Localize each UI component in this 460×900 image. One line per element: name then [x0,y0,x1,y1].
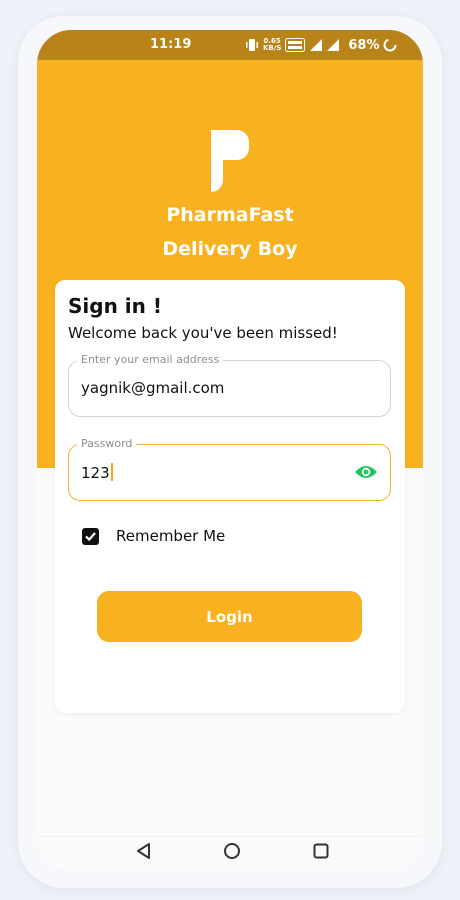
password-field[interactable]: Password 123 [68,437,391,501]
remember-me-label: Remember Me [116,527,226,545]
pharmafast-logo-icon [209,130,249,196]
network-speed-unit: KB/S [263,44,282,52]
recents-square-icon[interactable] [312,842,330,864]
android-nav-bar [37,836,423,870]
signal-icon [327,38,340,52]
signin-subtitle: Welcome back you've been missed! [68,324,338,342]
signin-title: Sign in ! [68,294,162,318]
battery-icon [383,38,397,52]
password-field-value[interactable]: 123 [81,463,113,482]
email-field-value[interactable]: yagnik@gmail.com [81,379,224,397]
signin-card: Sign in ! Welcome back you've been misse… [55,280,405,713]
email-field-label: Enter your email address [77,353,224,367]
text-caret [110,463,113,481]
password-text: 123 [81,464,110,482]
signal-4g-icon [309,38,323,52]
phone-screen: 11:19 0.65 KB/S 68% PharmaFast Delivery … [37,30,423,870]
email-field[interactable]: Enter your email address yagnik@gmail.co… [68,353,391,417]
vibrate-icon [245,38,259,52]
checkmark-icon [85,531,96,541]
show-password-eye-icon[interactable] [354,464,378,484]
battery-percent: 68% [348,37,380,53]
network-speed: 0.65 KB/S [263,38,281,52]
volte-icon [285,38,306,52]
brand-name: PharmaFast [166,204,294,226]
remember-me-checkbox[interactable] [82,527,99,545]
home-circle-icon[interactable] [223,842,241,864]
brand-subtitle: Delivery Boy [162,238,298,260]
password-field-label: Password [77,437,137,451]
status-time: 11:19 [150,37,192,52]
status-bar: 11:19 0.65 KB/S 68% [37,30,423,60]
login-button[interactable]: Login [97,591,362,642]
status-icons: 0.65 KB/S 68% [245,35,397,55]
remember-me-row[interactable]: Remember Me [82,527,225,545]
back-triangle-icon[interactable] [135,842,153,864]
